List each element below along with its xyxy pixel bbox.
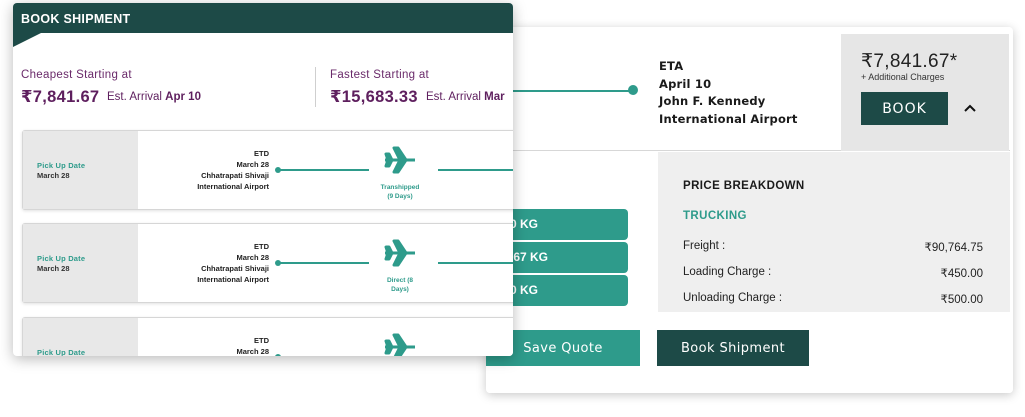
fastest-label: Fastest Starting at xyxy=(330,69,430,81)
book-shipment-button[interactable]: Book Shipment xyxy=(657,330,809,366)
origin-line2: International Airport xyxy=(197,275,269,284)
breakdown-label: Loading Charge : xyxy=(683,266,772,278)
transit-mode: Direct (8 Days) xyxy=(373,276,427,294)
transit-mode-line1: Transhipped xyxy=(380,184,420,191)
arrival-date: Mar xyxy=(484,91,505,103)
cheapest-price[interactable]: ₹7,841.67 xyxy=(21,87,99,107)
etd-block: ETD March 28 Chhatrapati Shivaji Interna… xyxy=(197,241,269,285)
book-button[interactable]: BOOK xyxy=(861,92,948,125)
origin-dot xyxy=(275,354,281,356)
pickup-label: Pick Up Date xyxy=(37,348,86,356)
eta-place-line1: John F. Kennedy xyxy=(659,94,766,108)
etd-block: ETD March 28 xyxy=(236,335,269,356)
airplane-icon xyxy=(384,239,415,267)
summary-divider xyxy=(315,67,316,107)
etd-label: ETD xyxy=(254,336,269,345)
quote-detail-card: ETA April 10 John F. Kennedy Internation… xyxy=(486,27,1013,393)
breakdown-title: PRICE BREAKDOWN xyxy=(683,180,805,192)
etd-label: ETD xyxy=(254,149,269,158)
eta-date: April 10 xyxy=(659,76,712,91)
fastest-arrival: Est. Arrival Mar xyxy=(426,91,505,103)
breakdown-value: ₹500.00 xyxy=(940,294,984,306)
route-line xyxy=(438,169,513,171)
additional-charges-note: + Additional Charges xyxy=(861,72,945,82)
pickup-date: March 28 xyxy=(37,264,70,273)
shipment-option-row[interactable]: Pick Up Date March 28 ETD March 28 Chhat… xyxy=(22,223,513,303)
price-breakdown: PRICE BREAKDOWN TRUCKING Freight : ₹90,7… xyxy=(658,152,1010,312)
airplane-icon xyxy=(384,333,415,356)
pickup-label: Pick Up Date xyxy=(37,161,86,170)
pickup-pane: Pick Up Date March 28 xyxy=(23,131,138,209)
transit-mode-line2: (9 Days) xyxy=(387,193,413,200)
fastest-price[interactable]: ₹15,683.33 xyxy=(330,87,418,107)
arrival-prefix: Est. Arrival xyxy=(426,91,481,103)
origin-line1: Chhatrapati Shivaji xyxy=(201,264,269,273)
etd-date: March 28 xyxy=(236,253,269,262)
shipment-option-row[interactable]: Pick Up Date March 28 ETD March 28 Chhat… xyxy=(22,130,513,210)
etd-block: ETD March 28 Chhatrapati Shivaji Interna… xyxy=(197,148,269,192)
etd-label: ETD xyxy=(254,242,269,251)
cheapest-label: Cheapest Starting at xyxy=(21,69,132,81)
route-end-dot xyxy=(628,85,638,95)
book-shipment-card: BOOK SHIPMENT Cheapest Starting at ₹7,84… xyxy=(13,3,513,356)
route-line xyxy=(279,169,369,171)
cheapest-arrival: Est. Arrival Apr 10 xyxy=(107,91,201,103)
etd-date: March 28 xyxy=(236,160,269,169)
card-header: BOOK SHIPMENT xyxy=(13,3,513,47)
route-header: ETA April 10 John F. Kennedy Internation… xyxy=(486,27,1010,151)
arrival-date: Apr 10 xyxy=(165,91,201,103)
pickup-label: Pick Up Date xyxy=(37,254,86,263)
eta-place-line2: International Airport xyxy=(659,111,798,126)
eta-label: ETA xyxy=(659,59,684,73)
airplane-icon xyxy=(384,146,415,174)
pickup-pane: Pick Up Date xyxy=(23,318,138,356)
etd-date: March 28 xyxy=(236,347,269,356)
transit-mode-line1: Direct (8 xyxy=(386,277,413,284)
card-title: BOOK SHIPMENT xyxy=(21,12,131,26)
breakdown-label: Freight : xyxy=(683,240,726,252)
breakdown-value: ₹450.00 xyxy=(940,268,984,280)
quote-price: ₹7,841.67* xyxy=(861,51,958,72)
transit-mode: Transhipped (9 Days) xyxy=(373,183,427,201)
arrival-prefix: Est. Arrival xyxy=(107,91,162,103)
breakdown-value: ₹90,764.75 xyxy=(924,242,983,254)
route-line xyxy=(279,262,369,264)
origin-line2: International Airport xyxy=(197,182,269,191)
price-panel: ₹7,841.67* + Additional Charges BOOK xyxy=(841,34,1009,151)
eta-block: ETA April 10 John F. Kennedy Internation… xyxy=(659,58,798,128)
action-bar: Save Quote Book Shipment xyxy=(486,312,1013,393)
shipment-option-row[interactable]: Pick Up Date ETD March 28 xyxy=(22,317,513,356)
breakdown-label: Unloading Charge : xyxy=(683,292,783,304)
chevron-up-icon[interactable] xyxy=(963,102,977,114)
breakdown-section: TRUCKING xyxy=(683,210,747,222)
pickup-pane: Pick Up Date March 28 xyxy=(23,224,138,302)
transit-mode-line2: Days) xyxy=(391,286,409,293)
origin-line1: Chhatrapati Shivaji xyxy=(201,171,269,180)
route-line xyxy=(438,262,513,264)
pickup-date: March 28 xyxy=(37,171,70,180)
